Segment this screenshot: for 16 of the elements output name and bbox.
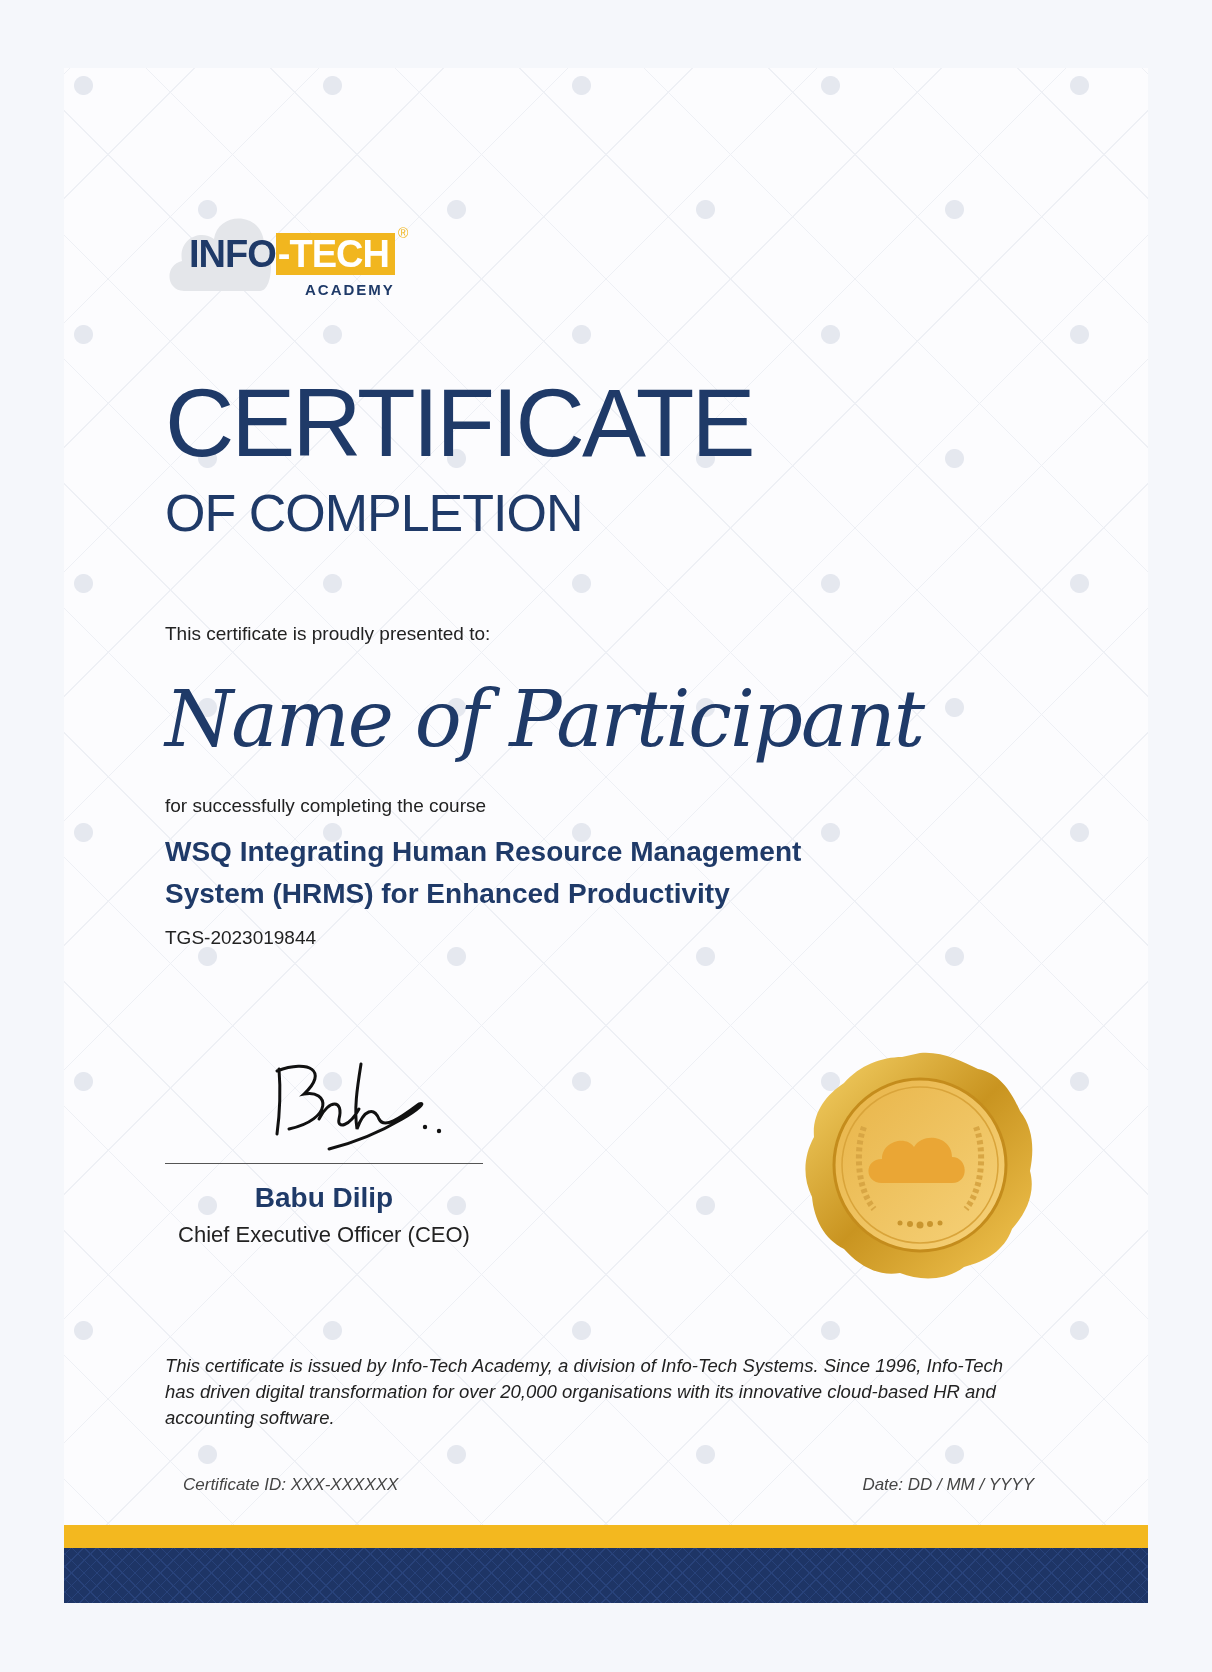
logo-subtitle: ACADEMY xyxy=(305,281,395,298)
course-title: WSQ Integrating Human Resource Management System (HRMS) for Enhanced Productivity xyxy=(165,835,803,911)
certificate-id: Certificate ID: XXX-XXXXXX xyxy=(183,1475,399,1495)
participant-name: Name of Participant xyxy=(165,673,925,766)
signatory-role: Chief Executive Officer (CEO) xyxy=(178,1222,470,1248)
course-intro: for successfully completing the course xyxy=(165,795,488,817)
course-code: TGS-2023019844 xyxy=(165,927,318,949)
registered-mark: ® xyxy=(397,225,409,241)
signatory-name: Babu Dilip xyxy=(254,1182,394,1214)
issue-date: Date: DD / MM / YYYY xyxy=(862,1475,1034,1495)
logo-text: INFO xyxy=(189,233,276,275)
certificate-subtitle: OF COMPLETION xyxy=(165,483,584,543)
logo-text: -TECH xyxy=(275,233,395,275)
presented-text: This certificate is proudly presented to: xyxy=(165,623,492,645)
certificate-title: CERTIFICATE xyxy=(165,373,754,473)
issuer-statement: This certificate is issued by Info-Tech Academy, a division of Info-Tech Systems. Since 1996, Info-Tech has driven digital transformation for over 20,000 organisations with its innovative cloud-based HR and accounting software. xyxy=(165,1354,1005,1430)
